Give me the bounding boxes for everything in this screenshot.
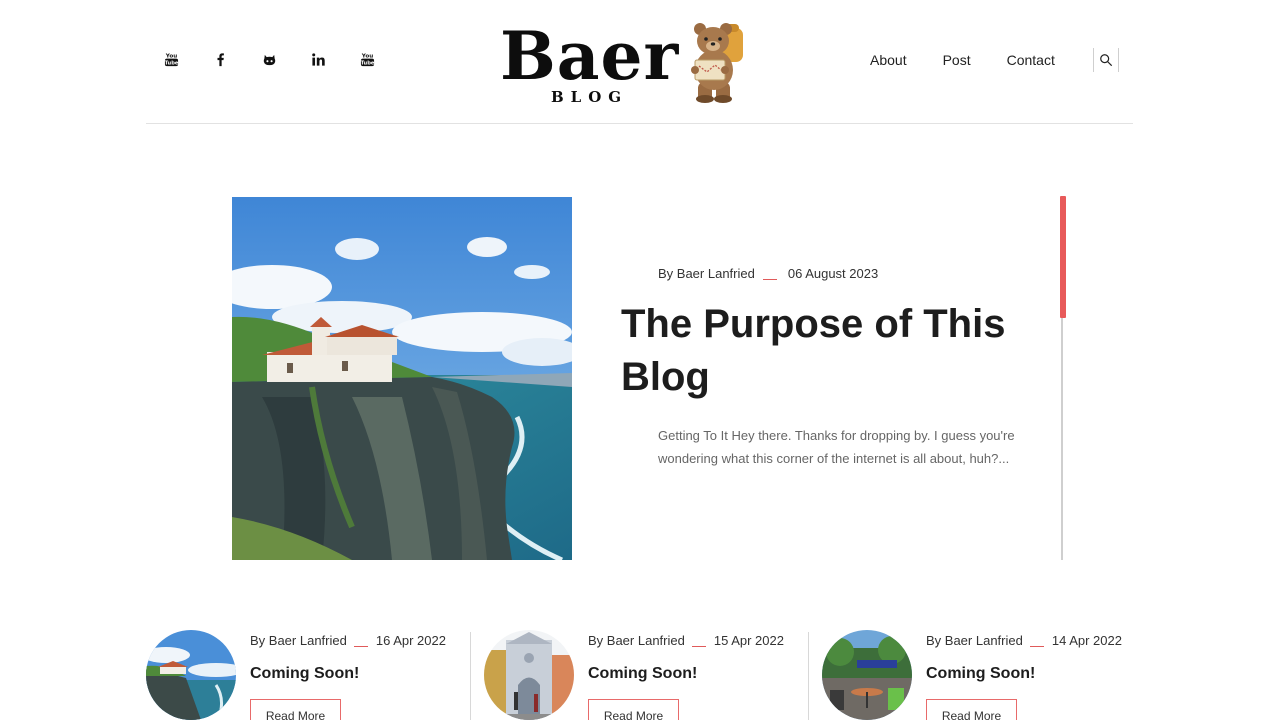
svg-text:Tube: Tube: [164, 60, 178, 66]
meta-separator: [353, 646, 368, 647]
post-card-meta: By Baer Lanfried 16 Apr 2022: [250, 633, 446, 648]
header-divider: [146, 123, 1133, 124]
featured-post-excerpt: Getting To It Hey there. Thanks for drop…: [658, 428, 1015, 466]
read-more-button[interactable]: Read More: [588, 699, 679, 720]
youtube-icon[interactable]: You Tube: [356, 48, 378, 70]
nav-post[interactable]: Post: [943, 52, 971, 68]
bear-mascot-icon: [691, 23, 743, 103]
post-card-title[interactable]: Coming Soon!: [926, 665, 1035, 683]
post-card-thumbnail[interactable]: [146, 630, 236, 720]
featured-post-image[interactable]: [232, 197, 572, 560]
post-card: By Baer Lanfried 16 Apr 2022 Coming Soon…: [146, 630, 466, 720]
meta-separator: [1029, 646, 1044, 647]
post-card-date: 15 Apr 2022: [713, 633, 784, 648]
featured-post-meta: By Baer Lanfried 06 August 2023: [658, 266, 878, 281]
card-divider: [470, 632, 471, 720]
svg-text:Tube: Tube: [360, 60, 374, 66]
search-icon: [1100, 54, 1113, 67]
site-logo[interactable]: Baer BLOG: [500, 18, 750, 110]
post-card-author[interactable]: By Baer Lanfried: [926, 633, 1023, 648]
social-links: You Tube You Tube: [160, 48, 378, 70]
youtube-icon[interactable]: You Tube: [160, 48, 182, 70]
post-card-thumbnail[interactable]: [822, 630, 912, 720]
post-card-date: 16 Apr 2022: [375, 633, 446, 648]
post-card-date: 14 Apr 2022: [1051, 633, 1122, 648]
post-card-author[interactable]: By Baer Lanfried: [250, 633, 347, 648]
meta-separator: [691, 646, 706, 647]
post-card-author[interactable]: By Baer Lanfried: [588, 633, 685, 648]
post-card-title[interactable]: Coming Soon!: [250, 665, 359, 683]
search-button[interactable]: [1093, 48, 1119, 72]
post-card-meta: By Baer Lanfried 14 Apr 2022: [926, 633, 1122, 648]
facebook-icon[interactable]: [209, 48, 231, 70]
github-icon[interactable]: [258, 48, 280, 70]
read-more-button[interactable]: Read More: [250, 699, 341, 720]
linkedin-icon[interactable]: [307, 48, 329, 70]
main-nav: About Post Contact: [870, 52, 1055, 68]
post-card: By Baer Lanfried 15 Apr 2022 Coming Soon…: [484, 630, 804, 720]
nav-contact[interactable]: Contact: [1007, 52, 1055, 68]
post-card: By Baer Lanfried 14 Apr 2022 Coming Soon…: [822, 630, 1142, 720]
svg-text:You: You: [360, 53, 372, 59]
featured-post-title[interactable]: The Purpose of This Blog: [621, 298, 1041, 404]
featured-post-date: 06 August 2023: [787, 266, 879, 281]
logo-subtitle: BLOG: [551, 88, 629, 106]
nav-about[interactable]: About: [870, 52, 907, 68]
post-card-title[interactable]: Coming Soon!: [588, 665, 697, 683]
featured-post-author[interactable]: By Baer Lanfried: [658, 266, 755, 281]
card-divider: [808, 632, 809, 720]
post-card-meta: By Baer Lanfried 15 Apr 2022: [588, 633, 784, 648]
site-header: You Tube You Tube Baer BLOG About Post C…: [0, 0, 1280, 125]
read-more-button[interactable]: Read More: [926, 699, 1017, 720]
meta-separator: [762, 279, 777, 280]
logo-wordmark: Baer: [500, 17, 680, 95]
svg-text:You: You: [164, 53, 176, 59]
post-card-thumbnail[interactable]: [484, 630, 574, 720]
slider-thumb[interactable]: [1060, 196, 1066, 318]
